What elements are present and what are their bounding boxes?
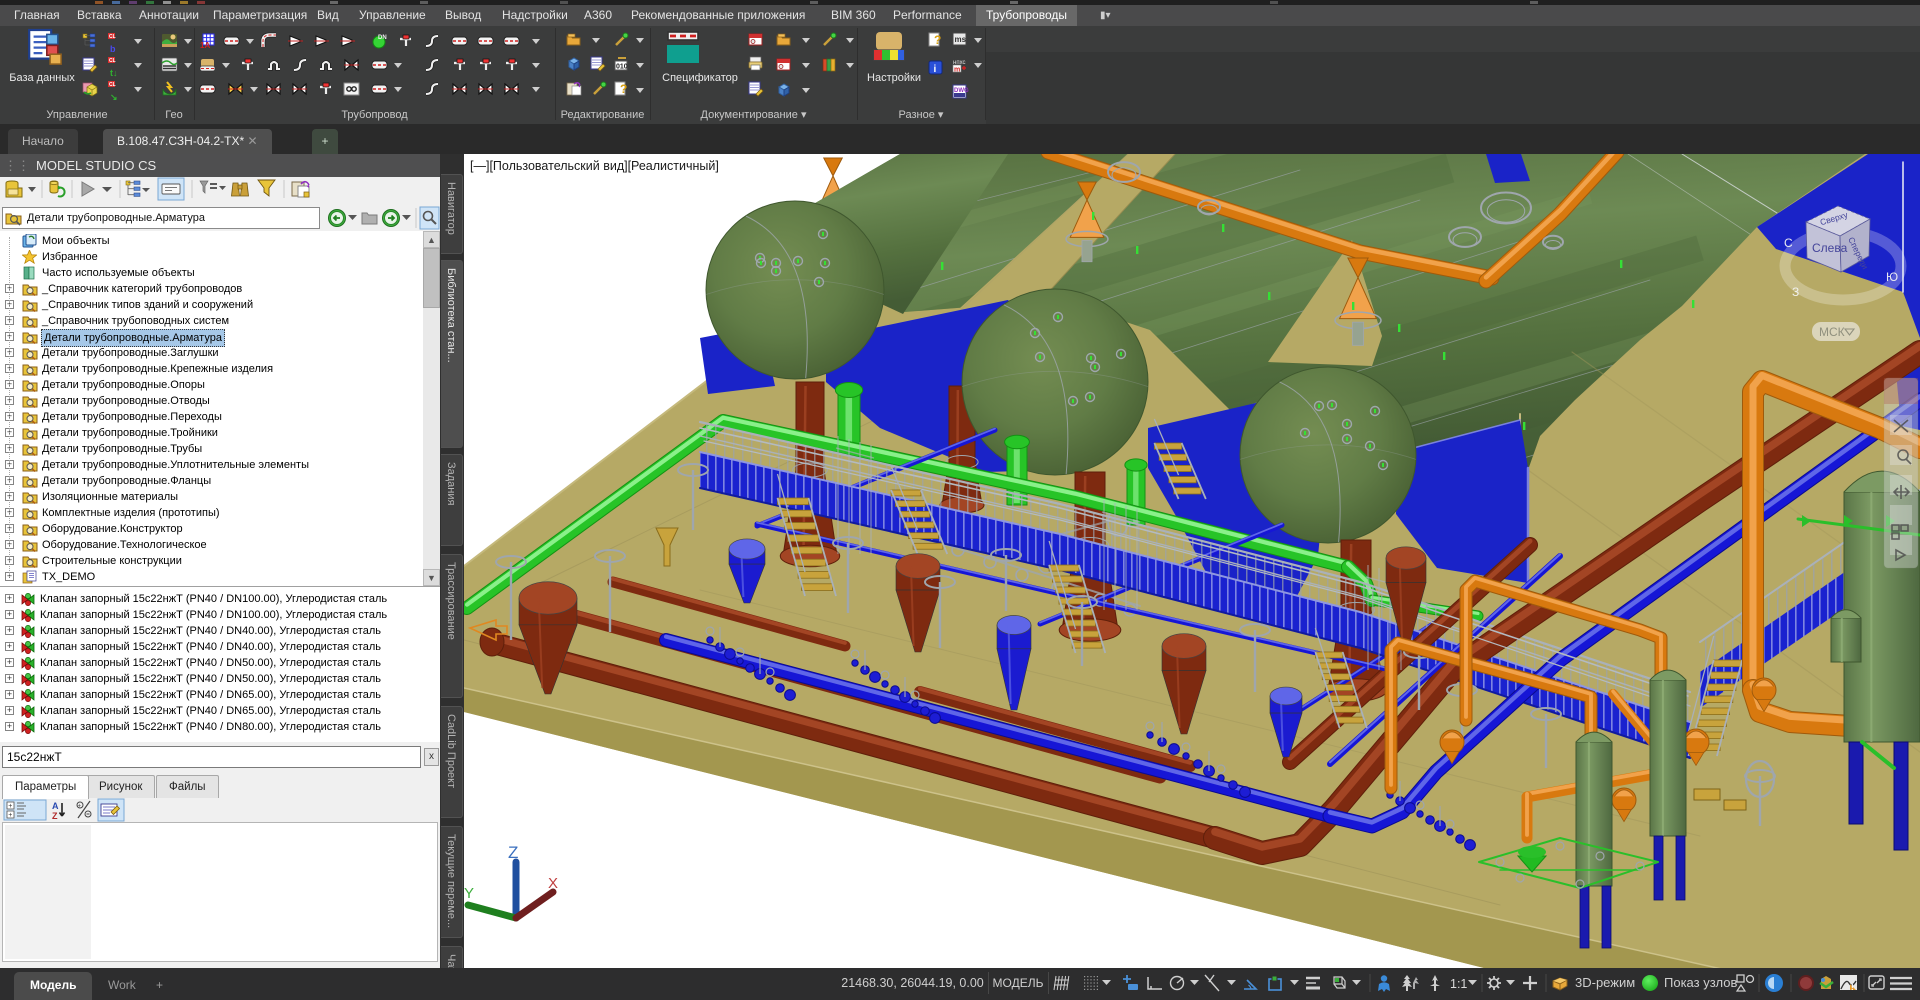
svg-text:МСК: МСК [1819,325,1845,339]
svg-text:З: З [1792,285,1799,299]
svg-text:CL: CL [109,82,116,88]
svg-text:Ю: Ю [1886,270,1898,284]
svg-text:X: X [548,875,558,892]
svg-text:+: + [78,804,82,810]
svg-text:С: С [1784,236,1793,250]
svg-text:Слева: Слева [1812,241,1848,255]
svg-text:!: ! [1851,983,1854,992]
svg-text:CL: CL [109,58,116,64]
svg-text:1A: 1A [200,41,210,50]
svg-text:?: ? [620,82,627,96]
svg-text:A: A [52,801,59,811]
svg-text:DN: DN [378,35,387,41]
svg-text:ms: ms [955,35,967,44]
svg-text:010: 010 [616,64,628,71]
svg-text:+: + [8,812,12,819]
svg-text:i: i [934,64,937,75]
svg-text:Z: Z [508,843,518,862]
svg-text:↘: ↘ [110,92,118,102]
svg-text:t↓: t↓ [110,68,118,78]
svg-text:b: b [110,44,116,54]
svg-text:Y: Y [464,885,474,902]
svg-text:+: + [8,803,12,810]
svg-text:CL: CL [109,34,116,40]
svg-text:m: m [954,67,960,74]
svg-text:?: ? [934,33,941,47]
svg-text:Z: Z [52,811,58,821]
